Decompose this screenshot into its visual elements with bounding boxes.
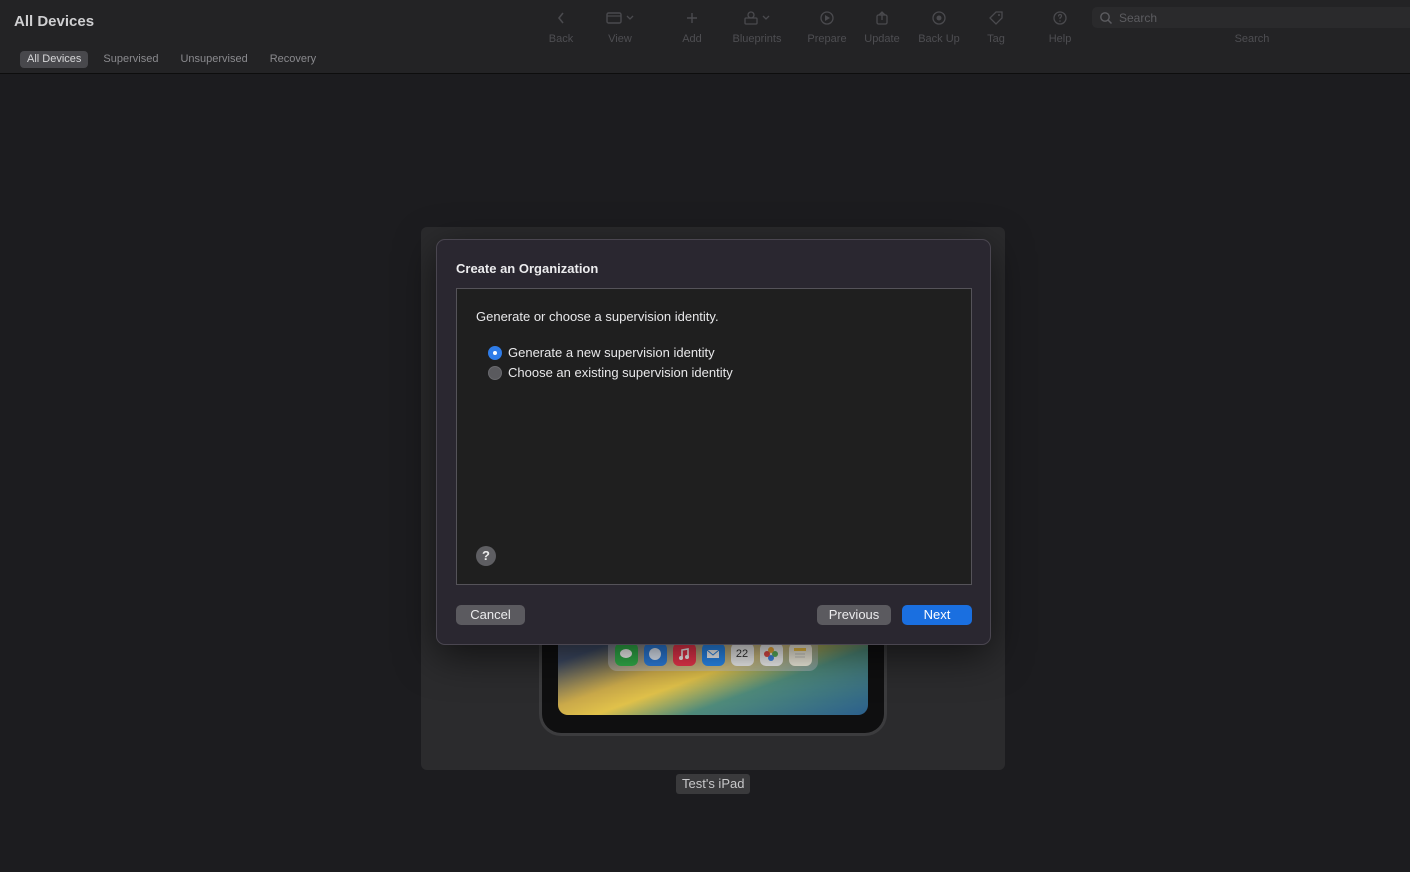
backup-icon	[909, 8, 969, 28]
option-generate-new-identity[interactable]: Generate a new supervision identity	[488, 345, 715, 360]
blueprints-icon	[727, 8, 787, 28]
view-icon	[590, 8, 650, 28]
tab-recovery[interactable]: Recovery	[263, 51, 323, 68]
mail-icon	[701, 642, 725, 666]
add-button[interactable]: Add	[662, 8, 722, 45]
dialog-title: Create an Organization	[456, 261, 599, 276]
backup-button[interactable]: Back Up	[909, 8, 969, 45]
dialog-prompt: Generate or choose a supervision identit…	[476, 309, 719, 324]
back-button[interactable]: Back	[531, 8, 591, 45]
toolbar: All Devices All Devices Supervised Unsup…	[0, 0, 1410, 74]
filter-tabs: All Devices Supervised Unsupervised Reco…	[20, 51, 331, 68]
calendar-icon: 22	[730, 642, 754, 666]
search-field[interactable]	[1092, 7, 1410, 28]
help-button[interactable]: ?	[476, 546, 496, 566]
search-label: Search	[1234, 33, 1270, 45]
prepare-icon	[797, 8, 857, 28]
dialog-content: Generate or choose a supervision identit…	[456, 288, 972, 585]
prepare-label: Prepare	[807, 33, 847, 45]
tag-icon	[966, 8, 1026, 28]
tag-button[interactable]: Tag	[966, 8, 1026, 45]
radio-button[interactable]	[488, 365, 502, 380]
prepare-button[interactable]: Prepare	[797, 8, 857, 45]
notes-icon	[788, 642, 812, 666]
blueprints-label: Blueprints	[732, 33, 782, 45]
tab-all-devices[interactable]: All Devices	[20, 51, 89, 68]
update-icon	[852, 8, 912, 28]
update-label: Update	[864, 33, 900, 45]
messages-icon	[614, 642, 638, 666]
blueprints-button[interactable]: Blueprints	[727, 8, 787, 45]
safari-icon	[643, 642, 667, 666]
update-button[interactable]: Update	[852, 8, 912, 45]
cancel-button[interactable]: Cancel	[456, 605, 525, 625]
window-title: All Devices	[14, 13, 95, 30]
previous-button[interactable]: Previous	[817, 605, 891, 625]
device-name-label: Test's iPad	[676, 774, 751, 794]
photos-icon	[759, 642, 783, 666]
help-icon	[1030, 8, 1090, 28]
create-organization-dialog: Create an Organization Generate or choos…	[436, 239, 991, 645]
back-label: Back	[548, 33, 574, 45]
option-choose-existing-identity[interactable]: Choose an existing supervision identity	[488, 365, 733, 380]
view-button[interactable]: View	[590, 8, 650, 45]
view-label: View	[608, 33, 632, 45]
help-toolbar-button[interactable]: Help	[1030, 8, 1090, 45]
tab-supervised[interactable]: Supervised	[96, 51, 165, 68]
music-icon	[672, 642, 696, 666]
help-label: Help	[1048, 33, 1072, 45]
plus-icon	[662, 8, 722, 28]
option-label: Generate a new supervision identity	[508, 345, 715, 360]
calendar-day: 22	[735, 648, 749, 660]
chevron-left-icon	[531, 8, 591, 28]
search-input[interactable]	[1119, 10, 1399, 25]
next-button[interactable]: Next	[902, 605, 972, 625]
option-label: Choose an existing supervision identity	[508, 365, 733, 380]
add-label: Add	[682, 33, 702, 45]
tag-label: Tag	[987, 33, 1005, 45]
tab-unsupervised[interactable]: Unsupervised	[173, 51, 254, 68]
backup-label: Back Up	[918, 33, 960, 45]
search-icon	[1100, 11, 1113, 24]
radio-button-selected[interactable]	[488, 345, 502, 360]
